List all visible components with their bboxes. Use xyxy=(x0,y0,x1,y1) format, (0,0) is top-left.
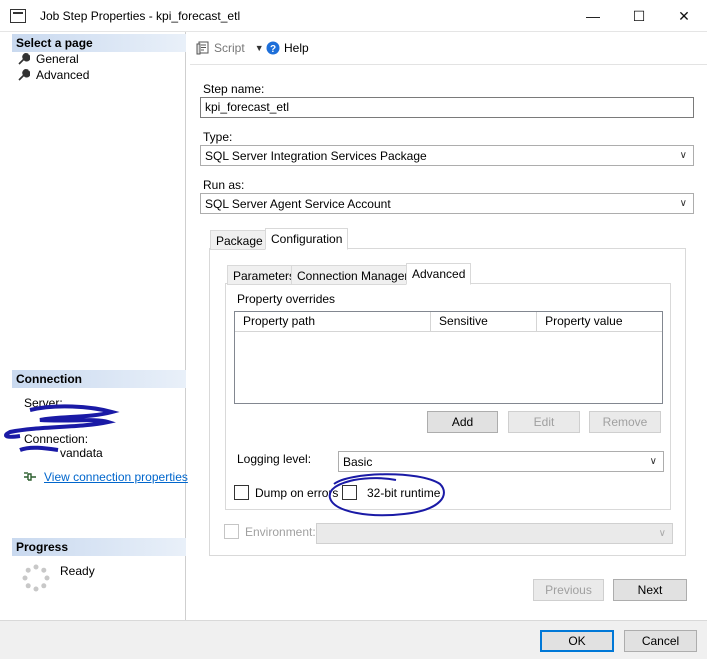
dump-on-errors-checkbox[interactable]: Dump on errors xyxy=(234,485,338,500)
column-header[interactable]: Sensitive xyxy=(431,312,538,331)
redaction-scribble xyxy=(3,404,120,452)
cancel-button[interactable]: Cancel xyxy=(624,630,697,652)
toolbar-divider xyxy=(190,64,707,65)
sidebar-item-label: Advanced xyxy=(36,68,90,82)
sidebar-item-general[interactable]: General xyxy=(18,52,79,66)
toolbar: Script ▼ ? Help xyxy=(190,36,700,62)
chevron-down-icon: ∨ xyxy=(679,198,687,209)
help-button[interactable]: ? Help xyxy=(266,41,309,55)
progress-status: Ready xyxy=(60,564,95,578)
type-label: Type: xyxy=(203,130,233,144)
connection-plug-icon xyxy=(24,472,36,481)
environment-select[interactable]: ∨ xyxy=(316,523,673,544)
view-connection-properties-link[interactable]: View connection properties xyxy=(44,470,188,484)
step-name-input[interactable]: kpi_forecast_etl xyxy=(200,97,694,118)
next-button[interactable]: Next xyxy=(613,579,687,601)
chevron-down-icon: ∨ xyxy=(649,456,657,467)
minimize-button[interactable]: — xyxy=(570,0,616,32)
maximize-button[interactable]: ☐ xyxy=(616,0,662,32)
sidebar-item-advanced[interactable]: Advanced xyxy=(18,68,89,82)
help-label: Help xyxy=(284,41,309,55)
checkbox-box[interactable] xyxy=(234,485,249,500)
tab-parameters[interactable]: Parameters xyxy=(227,265,302,285)
grid-header: Property path Sensitive Property value xyxy=(235,312,662,332)
remove-button[interactable]: Remove xyxy=(589,411,661,433)
wrench-icon xyxy=(18,53,30,65)
environment-checkbox[interactable]: Environment: xyxy=(224,524,316,539)
chevron-down-icon[interactable]: ▼ xyxy=(255,43,264,53)
previous-button[interactable]: Previous xyxy=(533,579,604,601)
tab-configuration[interactable]: Configuration xyxy=(265,228,349,250)
add-button[interactable]: Add xyxy=(427,411,498,433)
window-title: Job Step Properties - kpi_forecast_etl xyxy=(40,9,241,23)
tab-advanced[interactable]: Advanced xyxy=(406,263,472,285)
script-button[interactable]: Script ▼ xyxy=(196,41,264,55)
progress-spinner-icon xyxy=(22,564,50,592)
close-button[interactable]: ✕ xyxy=(661,0,707,32)
chevron-down-icon: ∨ xyxy=(658,528,666,539)
window-icon xyxy=(10,9,26,23)
help-icon: ? xyxy=(266,41,280,55)
ok-button[interactable]: OK xyxy=(540,630,614,652)
logging-level-select[interactable]: Basic ∨ xyxy=(338,451,664,472)
column-header[interactable]: Property path xyxy=(235,312,432,331)
run-as-label: Run as: xyxy=(203,178,245,192)
edit-button[interactable]: Edit xyxy=(508,411,580,433)
title-bar: Job Step Properties - kpi_forecast_etl —… xyxy=(0,0,707,32)
logging-level-label: Logging level: xyxy=(237,452,312,466)
annotation-ellipse xyxy=(328,473,445,517)
chevron-down-icon: ∨ xyxy=(679,150,687,161)
tab-connection-managers[interactable]: Connection Managers xyxy=(291,265,421,285)
script-icon xyxy=(196,41,209,55)
step-name-label: Step name: xyxy=(203,82,265,96)
property-overrides-grid[interactable]: Property path Sensitive Property value xyxy=(234,311,663,404)
select-page-header: Select a page xyxy=(12,34,186,52)
column-header[interactable]: Property value xyxy=(537,312,662,331)
type-select-value: SQL Server Integration Services Package xyxy=(205,149,427,163)
run-as-select-value: SQL Server Agent Service Account xyxy=(205,197,391,211)
type-select[interactable]: SQL Server Integration Services Package … xyxy=(200,145,694,166)
sidebar-item-label: General xyxy=(36,52,79,66)
script-label: Script xyxy=(214,41,245,55)
view-connection-row: View connection properties xyxy=(22,470,188,484)
checkbox-box[interactable] xyxy=(224,524,239,539)
progress-header: Progress xyxy=(12,538,186,556)
tab-package[interactable]: Package xyxy=(210,230,269,250)
run-as-select[interactable]: SQL Server Agent Service Account ∨ xyxy=(200,193,694,214)
logging-level-value: Basic xyxy=(343,455,373,469)
wrench-icon xyxy=(18,69,30,81)
left-pane xyxy=(10,32,186,620)
svg-text:?: ? xyxy=(270,44,276,55)
connection-header: Connection xyxy=(12,370,186,388)
environment-label: Environment: xyxy=(245,524,316,539)
property-overrides-label: Property overrides xyxy=(237,292,336,306)
